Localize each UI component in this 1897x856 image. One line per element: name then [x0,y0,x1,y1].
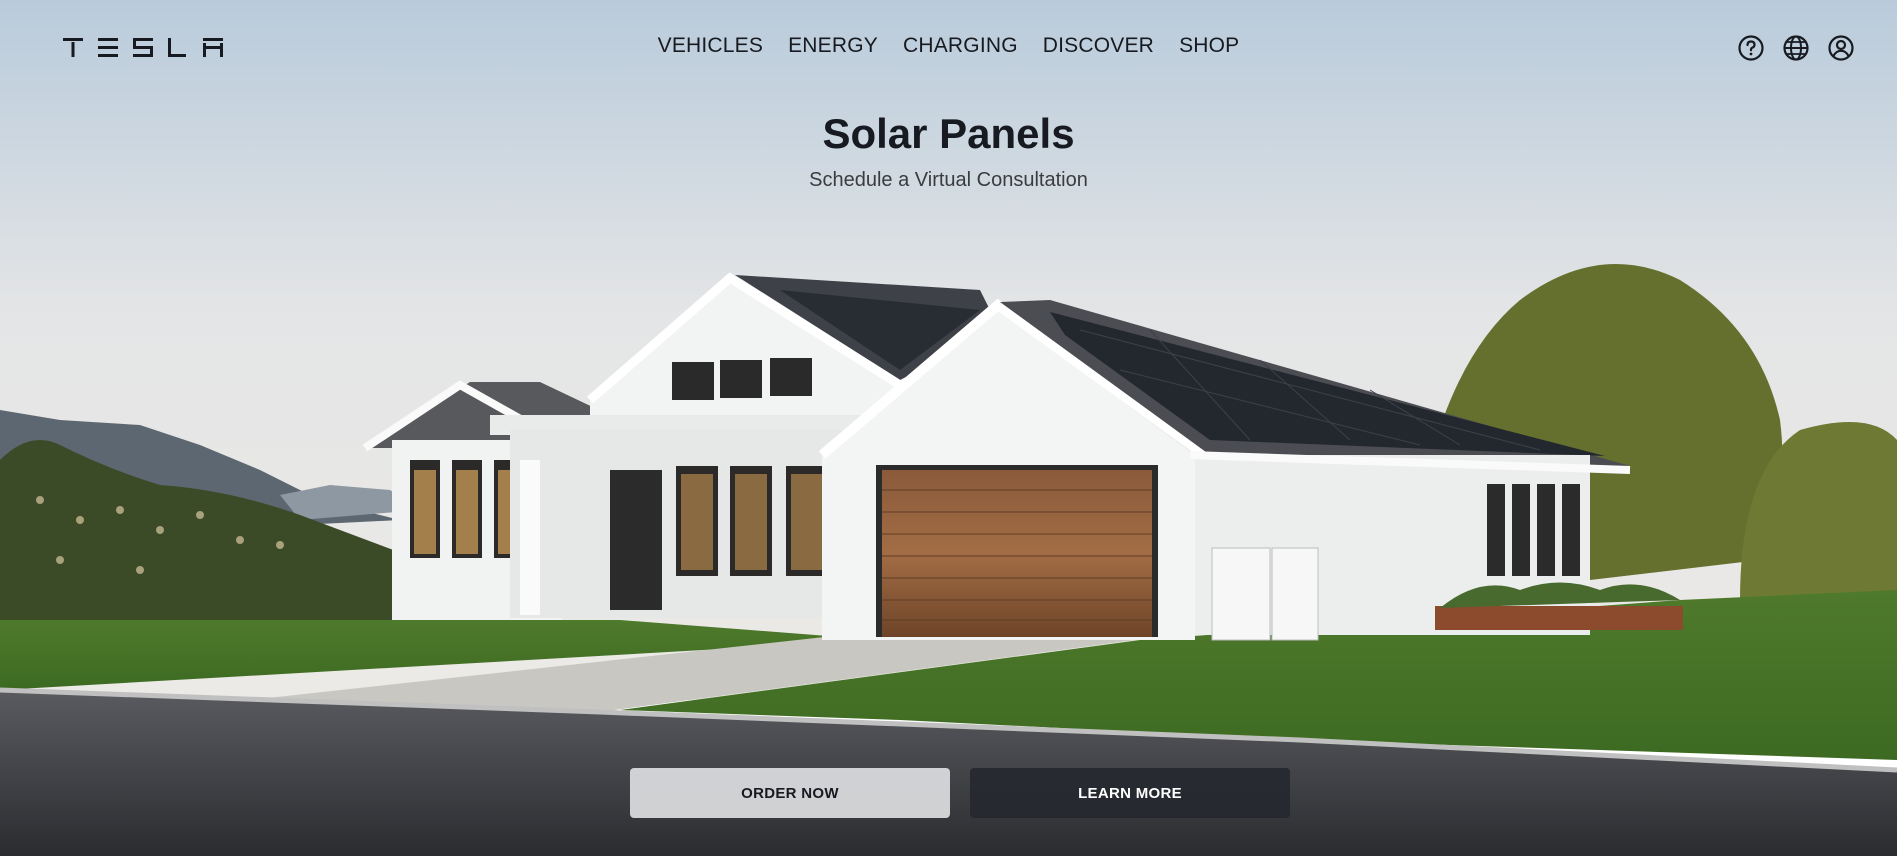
nav-discover[interactable]: DISCOVER [1043,34,1154,58]
nav-charging[interactable]: CHARGING [903,34,1018,58]
hero-subtitle-link[interactable]: Schedule a Virtual Consultation [0,169,1897,192]
page-title: Solar Panels [822,110,1075,157]
nav-shop[interactable]: SHOP [1179,34,1239,58]
nav-vehicles[interactable]: VEHICLES [658,34,763,58]
account-icon[interactable] [1827,34,1855,62]
site-header: VEHICLES ENERGY CHARGING DISCOVER SHOP [0,0,1897,96]
order-now-button[interactable]: ORDER NOW [630,768,950,818]
main-nav: VEHICLES ENERGY CHARGING DISCOVER SHOP [0,34,1897,58]
learn-more-button[interactable]: LEARN MORE [970,768,1290,818]
globe-icon[interactable] [1782,34,1810,62]
help-icon[interactable] [1737,34,1765,62]
cta-group: ORDER NOW LEARN MORE [630,768,1290,818]
nav-energy[interactable]: ENERGY [788,34,878,58]
header-actions [1737,34,1855,62]
